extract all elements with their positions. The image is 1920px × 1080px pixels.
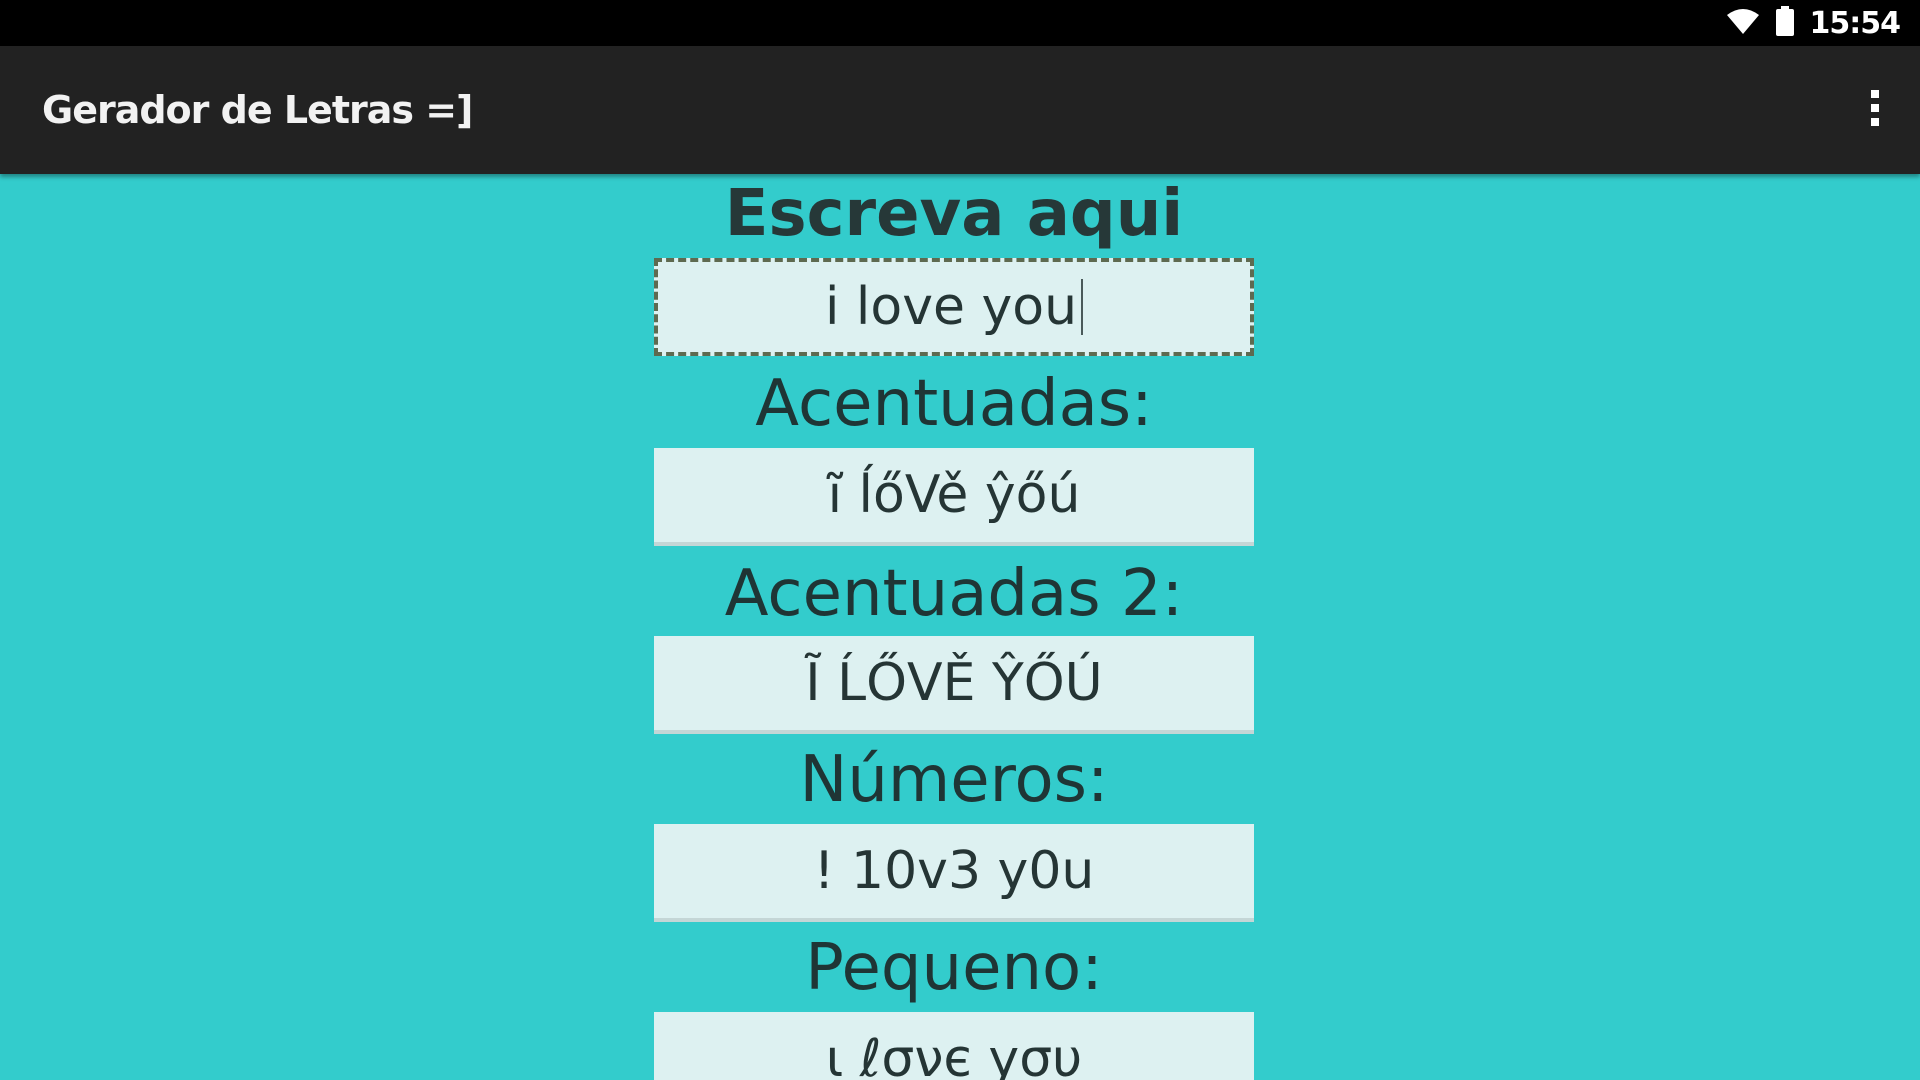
- output-field-pequeno[interactable]: ι ℓσνє уσυ: [654, 1012, 1254, 1080]
- text-input-value: i love you: [824, 277, 1078, 337]
- overflow-menu-icon: [1868, 88, 1882, 132]
- status-clock: 15:54: [1809, 5, 1901, 41]
- section-label-acentuadas: Acentuadas:: [755, 367, 1153, 441]
- battery-icon: [1774, 5, 1796, 41]
- output-field-acentuadas[interactable]: ĩ ĺőVě ŷőú: [654, 448, 1254, 546]
- section-label-acentuadas-2: Acentuadas 2:: [724, 557, 1184, 631]
- text-caret: [1081, 279, 1084, 335]
- overflow-menu-button[interactable]: [1830, 46, 1920, 174]
- section-label-pequeno: Pequeno:: [805, 931, 1103, 1005]
- input-label: Escreva aqui: [724, 177, 1184, 251]
- app-title: Gerador de Letras =]: [42, 88, 473, 132]
- wifi-icon: [1726, 7, 1760, 39]
- main-content: Escreva aqui i love you Acentuadas: ĩ ĺő…: [0, 174, 1920, 1080]
- action-bar: Gerador de Letras =]: [0, 46, 1920, 174]
- output-field-numeros[interactable]: ! 10v3 y0u: [654, 824, 1254, 922]
- text-input[interactable]: i love you: [654, 258, 1254, 356]
- section-label-numeros: Números:: [799, 743, 1109, 817]
- status-icons: 15:54: [1726, 0, 1901, 46]
- output-field-acentuadas-2[interactable]: Ĩ ĹŐVĚ ŶŐÚ: [654, 636, 1254, 734]
- status-bar: 15:54: [0, 0, 1920, 46]
